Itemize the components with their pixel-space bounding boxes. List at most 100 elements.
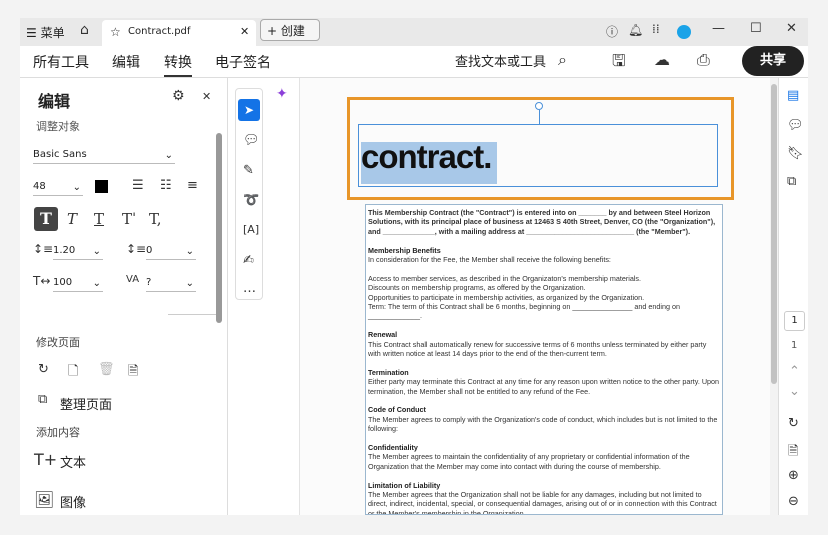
fit-page-icon[interactable]: 🗎 — [788, 442, 798, 464]
paragraph-spacing-dropdown[interactable]: 0⌄ — [146, 240, 196, 260]
rotate-page-icon[interactable]: ↻ — [38, 362, 49, 377]
document-paragraph[interactable]: ConfidentialityThe Member agrees to main… — [368, 443, 720, 471]
bullet-list-icon[interactable]: ☰ — [132, 178, 144, 193]
line-spacing-value: 1.20 — [53, 245, 75, 256]
bold-button[interactable]: T — [34, 207, 58, 231]
minimize-icon[interactable]: — — [712, 21, 725, 36]
paragraph-text: In consideration for the Fee, the Member… — [368, 255, 611, 264]
add-text-button[interactable]: 文本 — [60, 452, 86, 471]
quick-tools: ➤ 💬︎ ✎ ➰ [A] ✍ … ✦ — [228, 78, 300, 515]
scroll-thumb[interactable] — [771, 84, 777, 384]
document-paragraph[interactable]: This Membership Contract (the "Contract"… — [368, 208, 720, 236]
insert-page-icon[interactable]: 🗋 — [68, 362, 78, 384]
upload-cloud-icon[interactable]: ☁ — [654, 50, 670, 69]
apps-icon[interactable]: ⁞⁞ — [652, 22, 660, 36]
organize-pages-button[interactable]: 整理页面 — [60, 394, 112, 413]
draw-tool-icon[interactable]: ➰ — [243, 193, 259, 208]
paragraph-text: This Contract shall automatically renew … — [368, 340, 706, 358]
new-tab-button[interactable]: + 创建 — [260, 19, 320, 41]
section-heading: Membership Benefits — [368, 246, 441, 255]
maximize-icon[interactable]: ☐ — [750, 21, 762, 36]
edit-panel: 编辑 ⚙ ✕ 调整对象 Basic Sans⌄ 48⌄ ☰ ☷ ≡ T T T … — [20, 78, 228, 515]
line-spacing-icon: ↕≡ — [33, 242, 53, 256]
save-icon[interactable]: 🖫 — [612, 50, 626, 77]
sign-tool-icon[interactable]: ✍ — [243, 253, 254, 268]
tab-title: Contract.pdf — [128, 26, 190, 37]
document-paragraph[interactable]: Access to member services, as described … — [368, 274, 720, 321]
document-heading[interactable]: contract. — [361, 138, 491, 176]
document-body[interactable]: This Membership Contract (the "Contract"… — [365, 204, 723, 515]
document-paragraph[interactable]: Limitation of LiabilityThe Member agrees… — [368, 481, 720, 515]
organize-pages-icon: ⧉ — [38, 392, 47, 407]
tab-contract[interactable]: ☆ Contract.pdf ✕ — [102, 20, 256, 46]
page-total: 1 — [791, 340, 797, 351]
share-button[interactable]: 共享 — [742, 46, 804, 76]
settings-icon[interactable]: ⚙ — [172, 88, 185, 104]
delete-page-icon[interactable]: 🗑 — [98, 362, 115, 377]
ai-assistant-icon[interactable]: ✦ — [276, 86, 288, 102]
avatar[interactable] — [677, 25, 691, 39]
search-tools-button[interactable]: 查找文本或工具 — [455, 51, 546, 70]
more-tools-icon[interactable]: … — [243, 281, 256, 296]
search-icon[interactable]: ⌕ — [558, 50, 567, 70]
highlight-tool-icon[interactable]: ✎ — [243, 163, 254, 178]
horizontal-scale-dropdown[interactable]: 100⌄ — [53, 272, 103, 292]
document-paragraph[interactable]: RenewalThis Contract shall automatically… — [368, 330, 720, 358]
close-panel-icon[interactable]: ✕ — [202, 90, 211, 103]
bell-icon[interactable]: 🔔︎ — [628, 23, 643, 37]
chevron-up-icon[interactable]: ⌃ — [789, 364, 800, 379]
tab-esign[interactable]: 电子签名 — [215, 52, 271, 72]
tab-convert[interactable]: 转换 — [164, 52, 192, 77]
section-add-content: 添加内容 — [36, 424, 80, 440]
add-image-button[interactable]: 图像 — [60, 492, 86, 511]
tab-all-tools[interactable]: 所有工具 — [33, 52, 89, 72]
edit-pdf-icon[interactable]: ▤ — [787, 88, 799, 103]
superscript-button[interactable]: Tˈ — [122, 210, 136, 228]
menu-button[interactable]: ☰ 菜单 — [26, 24, 65, 41]
text-box-tool-icon[interactable]: [A] — [243, 223, 259, 236]
tab-edit[interactable]: 编辑 — [112, 52, 140, 72]
document-paragraph[interactable]: Membership BenefitsIn consideration for … — [368, 246, 720, 265]
pages-icon[interactable]: ⧉ — [787, 174, 796, 189]
zoom-out-icon[interactable]: ⊖ — [788, 494, 799, 509]
help-icon[interactable]: ⓘ — [606, 23, 618, 40]
rotate-handle[interactable] — [535, 102, 543, 110]
add-text-icon: T+ — [34, 450, 57, 469]
text-color-swatch[interactable] — [95, 180, 108, 193]
font-size-dropdown[interactable]: 48⌄ — [33, 176, 83, 196]
italic-button[interactable]: T — [67, 210, 77, 228]
main-toolbar: 所有工具 编辑 转换 电子签名 查找文本或工具 ⌕ 🖫 ☁ ⎙ 共享 — [20, 46, 808, 78]
font-family-dropdown[interactable]: Basic Sans⌄ — [33, 144, 175, 164]
title-bar: ☰ 菜单 ⌂ ☆ Contract.pdf ✕ + 创建 ⓘ 🔔︎ ⁞⁞ — ☐… — [20, 18, 808, 46]
document-paragraph[interactable]: TerminationEither party may terminate th… — [368, 368, 720, 396]
section-heading: Renewal — [368, 330, 397, 339]
font-size-value: 48 — [33, 181, 46, 192]
section-heading: Confidentiality — [368, 443, 418, 452]
document-paragraph[interactable]: Code of ConductThe Member agrees to comp… — [368, 405, 720, 433]
close-tab-icon[interactable]: ✕ — [240, 25, 249, 38]
align-icon[interactable]: ≡ — [187, 178, 198, 193]
paragraph-text: Either party may terminate this Contract… — [368, 377, 719, 395]
zoom-in-icon[interactable]: ⊕ — [788, 468, 799, 483]
chevron-down-icon: ⌄ — [93, 278, 101, 289]
comment-tool-icon[interactable]: 💬︎ — [243, 133, 260, 148]
refresh-icon[interactable]: ↻ — [788, 416, 799, 431]
chevron-down-icon[interactable]: ⌄ — [789, 384, 800, 399]
underline-button[interactable]: T — [94, 210, 104, 228]
numbered-list-icon[interactable]: ☷ — [160, 178, 172, 193]
panel-scrollbar[interactable] — [216, 133, 222, 323]
line-spacing-dropdown[interactable]: 1.20⌄ — [53, 240, 103, 260]
home-icon[interactable]: ⌂ — [80, 22, 89, 38]
kerning-dropdown[interactable]: ?⌄ — [146, 272, 196, 292]
star-icon[interactable]: ☆ — [110, 25, 121, 39]
extract-page-icon[interactable]: 🗎 — [128, 362, 138, 384]
subscript-button[interactable]: T, — [149, 210, 162, 228]
new-tab-label: 创建 — [281, 24, 305, 38]
select-tool-icon[interactable]: ➤ — [238, 99, 260, 121]
comments-icon[interactable]: 💬︎ — [787, 118, 804, 133]
page-number-input[interactable]: 1 — [784, 311, 805, 331]
document-scrollbar[interactable] — [770, 78, 778, 515]
print-icon[interactable]: ⎙ — [697, 50, 710, 70]
close-window-icon[interactable]: ✕ — [786, 21, 797, 36]
bookmark-icon[interactable]: 🔖︎ — [787, 146, 804, 161]
